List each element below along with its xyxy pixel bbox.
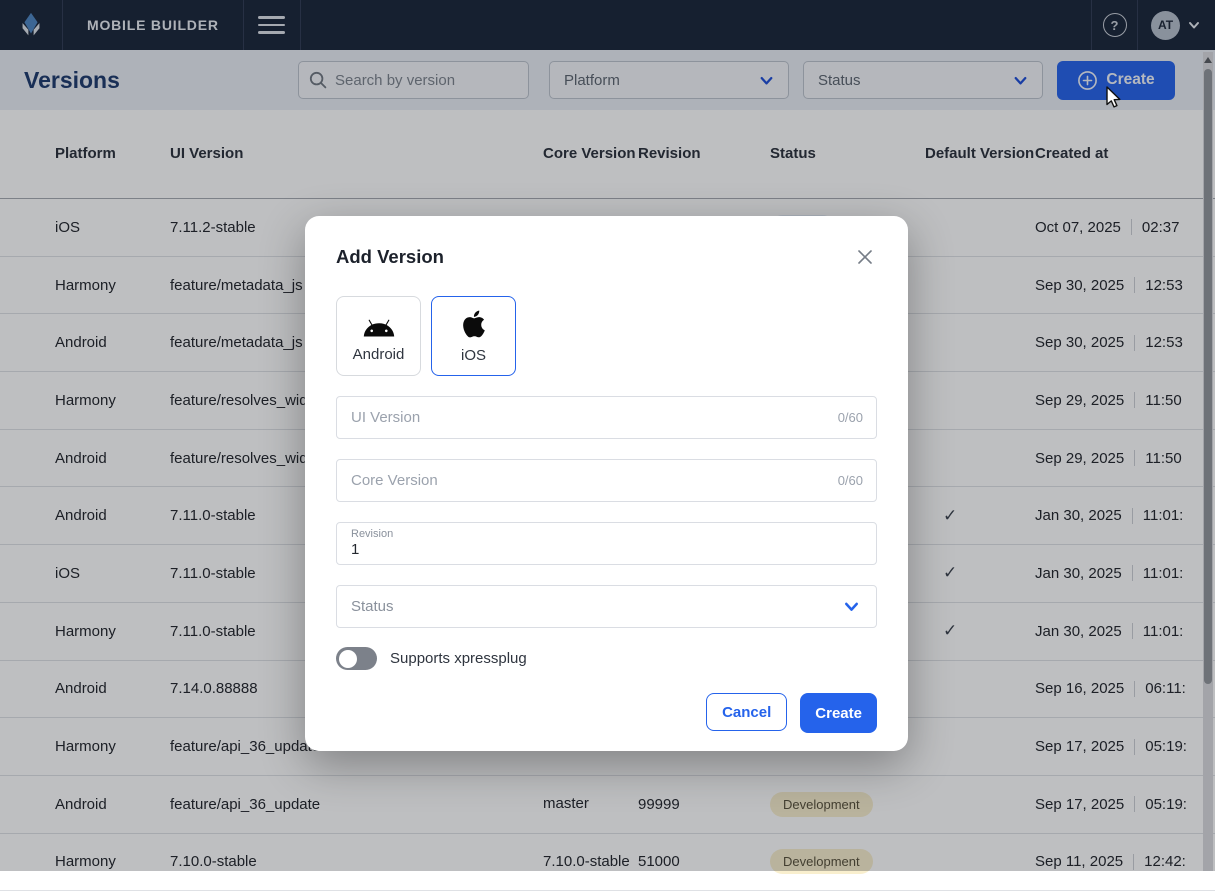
core-version-field: 0/60 bbox=[336, 459, 877, 502]
toggle-label: Supports xpressplug bbox=[390, 650, 527, 667]
add-version-modal: Add Version Android iOS 0/60 0/60 bbox=[305, 216, 908, 751]
android-icon bbox=[360, 309, 398, 339]
close-icon bbox=[855, 247, 875, 267]
modal-title: Add Version bbox=[336, 246, 444, 268]
apple-icon bbox=[458, 308, 490, 340]
supports-xpressplug-toggle[interactable] bbox=[336, 647, 377, 670]
toggle-knob bbox=[339, 650, 357, 668]
revision-input[interactable] bbox=[351, 540, 862, 558]
core-version-input[interactable] bbox=[336, 459, 877, 502]
platform-tile-ios[interactable]: iOS bbox=[431, 296, 516, 376]
ui-version-input[interactable] bbox=[336, 396, 877, 439]
modal-create-button[interactable]: Create bbox=[800, 693, 877, 733]
ui-version-counter: 0/60 bbox=[838, 410, 863, 425]
revision-label: Revision bbox=[351, 528, 862, 540]
platform-tile-label: Android bbox=[353, 346, 405, 363]
revision-field: Revision bbox=[336, 522, 877, 565]
status-select-placeholder: Status bbox=[351, 598, 394, 615]
ui-version-field: 0/60 bbox=[336, 396, 877, 439]
core-version-counter: 0/60 bbox=[838, 473, 863, 488]
platform-tile-label: iOS bbox=[461, 347, 486, 364]
chevron-down-icon bbox=[841, 596, 862, 617]
close-button[interactable] bbox=[853, 245, 877, 269]
platform-tile-android[interactable]: Android bbox=[336, 296, 421, 376]
status-select[interactable]: Status bbox=[336, 585, 877, 628]
cancel-button[interactable]: Cancel bbox=[706, 693, 787, 731]
